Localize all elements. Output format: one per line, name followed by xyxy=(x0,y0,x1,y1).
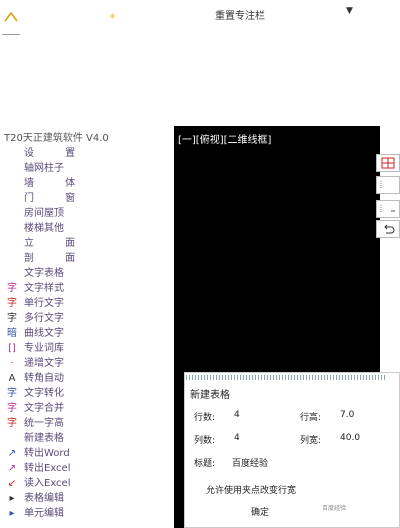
menu-item[interactable]: ▸ 单元编辑 xyxy=(0,506,170,522)
rows-input[interactable]: 4 xyxy=(234,410,240,420)
menu-item[interactable]: ↙ 读入Excel xyxy=(0,476,170,492)
menu-item-label: 新建表格 xyxy=(24,433,64,444)
menu-item-icon: ▸ xyxy=(9,508,15,519)
menu-item-label: 表格编辑 xyxy=(24,493,64,504)
menu-item-label: 转出Excel xyxy=(24,463,71,474)
panel-title: T20天正建筑软件 V4.0 xyxy=(4,133,109,144)
menu-item-label: 房间屋顶 xyxy=(24,208,64,219)
menu-item-label: 转角自动 xyxy=(24,373,64,384)
cols-label: 列数: xyxy=(194,436,216,446)
menu-item[interactable]: 墙 体 xyxy=(0,176,170,192)
menu-item[interactable]: 字文字转化 xyxy=(0,386,170,402)
menu-item-label: 文字合并 xyxy=(24,403,64,414)
star-icon: ✳ xyxy=(109,12,116,21)
menu-item-icon: · xyxy=(10,358,14,369)
ok-button[interactable]: 确定 xyxy=(240,505,280,521)
menu-item-label: 递增文字 xyxy=(24,358,64,369)
menu-item-icon: ↙ xyxy=(7,478,17,489)
menu-item[interactable]: 房间屋顶 xyxy=(0,206,170,222)
menu-item-label: 多行文字 xyxy=(24,313,64,324)
undo-icon[interactable] xyxy=(376,220,400,238)
menu-item-label: 轴网柱子 xyxy=(24,163,64,174)
menu-item[interactable]: ▸ 表格编辑 xyxy=(0,491,170,507)
menu-item[interactable]: 字多行文字 xyxy=(0,311,170,327)
pan-icon[interactable] xyxy=(376,200,400,218)
row-height-input[interactable]: 7.0 xyxy=(340,410,354,420)
app-logo-icon xyxy=(4,12,18,22)
cols-input[interactable]: 4 xyxy=(234,433,240,443)
menu-item-label: 墙 体 xyxy=(24,178,90,189)
menu-item-label: 文字表格 xyxy=(24,268,64,279)
view-toolbar xyxy=(374,150,400,246)
layer-icon[interactable] xyxy=(376,176,400,194)
menu-item[interactable]: A 转角自动 xyxy=(0,371,170,387)
menu-item[interactable]: 立 面 xyxy=(0,236,170,252)
menu-item-icon: 字 xyxy=(7,403,17,414)
menu-item[interactable]: 暗曲线文字 xyxy=(0,326,170,342)
menu-item-label: 楼梯其他 xyxy=(24,223,64,234)
menu-item-icon: 暗 xyxy=(7,328,17,339)
workspace-dropdown-label[interactable]: 重置专注栏 xyxy=(215,7,265,22)
menu-item[interactable]: 文字表格 xyxy=(0,266,170,282)
menu-item[interactable]: 新建表格 xyxy=(0,431,170,447)
heading-label: 标题: xyxy=(194,459,216,469)
menu-item-label: 单元编辑 xyxy=(24,508,64,519)
heading-input[interactable]: 百度经验 xyxy=(232,456,268,469)
menu-item-icon: A xyxy=(8,373,16,384)
menu-item[interactable]: 楼梯其他 xyxy=(0,221,170,237)
menu-item-label: 专业词库 xyxy=(24,343,64,354)
watermark: 百度经验 xyxy=(322,505,347,512)
dialog-drag-handle[interactable] xyxy=(186,375,386,380)
menu-item[interactable]: 字文字样式 xyxy=(0,281,170,297)
viewport-label[interactable]: [一][俯视][二维线框] xyxy=(178,131,271,146)
menu-item-icon: 字 xyxy=(7,313,17,324)
menu-item-label: 门 窗 xyxy=(24,193,90,204)
menu-item-label: 立 面 xyxy=(24,238,90,249)
menu-item[interactable]: [] 专业词库 xyxy=(0,341,170,357)
rows-label: 行数: xyxy=(194,413,216,423)
menu-item-icon: ▸ xyxy=(9,493,15,504)
menu-item-label: 转出Word xyxy=(24,448,70,459)
menu-item[interactable]: 门 窗 xyxy=(0,191,170,207)
menu-item-icon: 字 xyxy=(7,283,17,294)
menu-item[interactable]: 轴网柱子 xyxy=(0,161,170,177)
menu-item-icon: 字 xyxy=(7,418,17,429)
menu-item[interactable]: · 递增文字 xyxy=(0,356,170,372)
row-height-label: 行高: xyxy=(300,413,322,423)
menu-item-label: 单行文字 xyxy=(24,298,64,309)
menu-item-icon: 字 xyxy=(7,298,17,309)
menu-item-label: 剖 面 xyxy=(24,253,90,264)
menu-item[interactable]: 剖 面 xyxy=(0,251,170,267)
menu-item[interactable]: 字文字合并 xyxy=(0,401,170,417)
menu-item[interactable]: 字统一字高 xyxy=(0,416,170,432)
menu-item-label: 文字样式 xyxy=(24,283,64,294)
menu-item[interactable]: ↗ 转出Excel xyxy=(0,461,170,477)
menu-item-label: 文字转化 xyxy=(24,388,64,399)
menu-item-icon: ↗ xyxy=(7,448,17,459)
menu-item-label: 设 置 xyxy=(24,148,90,159)
col-width-input[interactable]: 40.0 xyxy=(340,433,360,443)
menu-item-icon: [] xyxy=(8,343,16,354)
menu-item-icon: ↗ xyxy=(7,463,17,474)
menu-item[interactable]: ↗ 转出Word xyxy=(0,446,170,462)
menu-item-label: 曲线文字 xyxy=(24,328,64,339)
menu-item-label: 读入Excel xyxy=(24,478,71,489)
menu-item-label: 统一字高 xyxy=(24,418,64,429)
menu-item[interactable]: 设 置 xyxy=(0,146,170,162)
grid-icon[interactable] xyxy=(376,154,400,172)
app-menu-button[interactable] xyxy=(2,8,20,35)
dialog-title: 新建表格 xyxy=(190,390,230,401)
allow-resize-checkbox-label[interactable]: 允许使用夹点改变行宽 xyxy=(206,483,296,496)
col-width-label: 列宽: xyxy=(300,436,322,446)
chevron-down-icon[interactable]: ▼ xyxy=(346,6,353,16)
menu-item-icon: 字 xyxy=(7,388,17,399)
menu-item[interactable]: 字单行文字 xyxy=(0,296,170,312)
